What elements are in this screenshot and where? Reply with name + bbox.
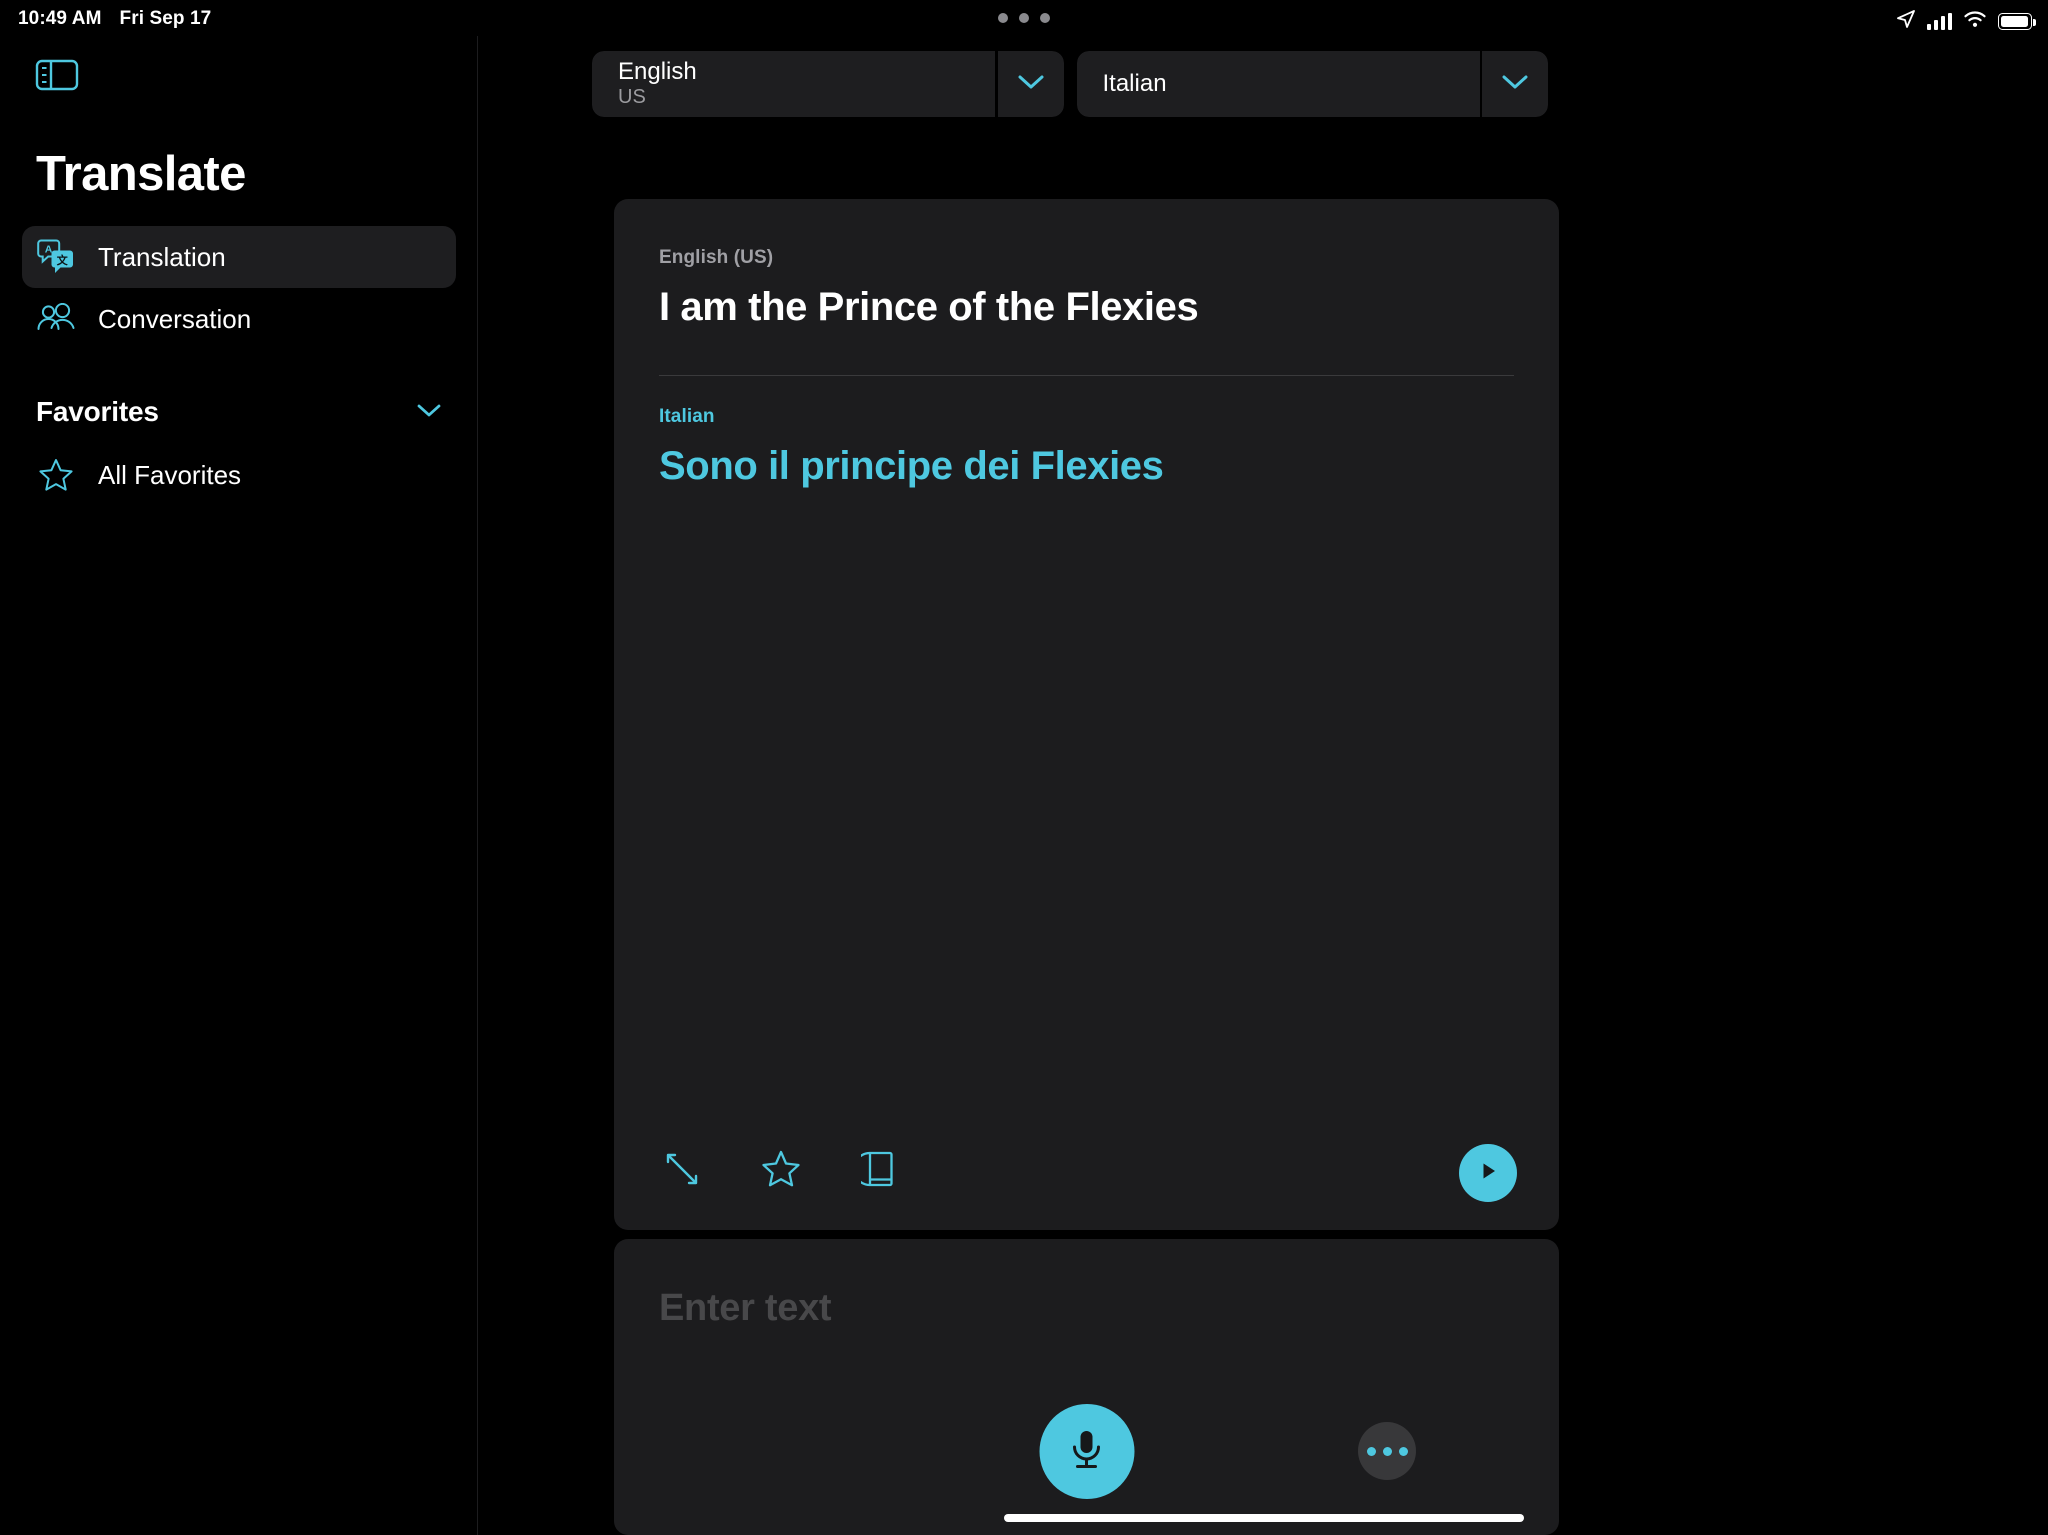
microphone-icon (1063, 1423, 1111, 1480)
chevron-down-icon (1501, 73, 1529, 96)
star-outline-icon (36, 455, 76, 495)
more-options-button[interactable] (1358, 1422, 1416, 1480)
source-language-selector[interactable]: English US (592, 51, 1064, 117)
expand-icon[interactable] (659, 1146, 705, 1192)
sidebar-toggle-icon[interactable] (34, 55, 80, 95)
source-language-button[interactable]: English US (592, 51, 995, 117)
target-text-label: Italian (659, 406, 715, 427)
favorites-section-header[interactable]: Favorites (36, 396, 442, 428)
multitasking-dots-icon[interactable] (998, 13, 1050, 23)
source-language-region: US (618, 85, 646, 108)
status-time: 10:49 AM (18, 8, 102, 29)
sidebar-item-label: All Favorites (98, 459, 242, 490)
favorites-title: Favorites (36, 396, 159, 427)
sidebar-nav: A 文 Translation Conversation Favorites A… (0, 226, 478, 504)
status-bar-left: 10:49 AM Fri Sep 17 (18, 8, 211, 30)
source-text[interactable]: I am the Prince of the Flexies (659, 283, 1514, 331)
target-language-dropdown[interactable] (1482, 51, 1548, 117)
play-icon (1475, 1158, 1501, 1189)
two-people-icon (36, 299, 76, 339)
play-audio-button[interactable] (1459, 1144, 1517, 1202)
location-arrow-icon (1896, 9, 1916, 34)
favorites-list: All Favorites (0, 446, 478, 504)
translated-text[interactable]: Sono il principe dei Flexies (659, 442, 1514, 490)
translation-card: English (US) I am the Prince of the Flex… (614, 199, 1559, 1230)
wifi-icon (1963, 10, 1987, 33)
star-icon[interactable] (758, 1146, 804, 1192)
text-input-placeholder[interactable]: Enter text (659, 1287, 832, 1330)
sidebar-item-label: Conversation (98, 303, 252, 334)
source-language-dropdown[interactable] (997, 51, 1064, 117)
target-language-button[interactable]: Italian (1076, 51, 1480, 117)
status-bar-right (1896, 9, 2036, 34)
cellular-bars-icon (1927, 13, 1952, 30)
translation-bubbles-icon: A 文 (36, 237, 76, 277)
app-title: Translate (36, 147, 246, 201)
card-divider (659, 375, 1514, 376)
chevron-down-icon (1017, 73, 1045, 96)
dictionary-book-icon[interactable] (857, 1146, 903, 1192)
translation-card-body: English (US) I am the Prince of the Flex… (659, 247, 1514, 490)
source-language-name: English (618, 58, 697, 86)
more-dots-icon (1366, 1446, 1376, 1456)
chevron-down-icon[interactable] (416, 402, 442, 423)
sidebar-item-label: Translation (98, 241, 226, 272)
text-input-card[interactable]: Enter text (614, 1239, 1559, 1535)
svg-text:文: 文 (57, 253, 69, 267)
battery-icon (1998, 13, 2036, 30)
target-language-name: Italian (1102, 69, 1167, 97)
main-content: English US Italian English (US) I am the… (479, 36, 2048, 1535)
sidebar-item-conversation[interactable]: Conversation (22, 288, 456, 350)
language-selector-row: English US Italian (592, 51, 1548, 117)
microphone-button[interactable] (1039, 1404, 1134, 1499)
sidebar-item-all-favorites[interactable]: All Favorites (22, 446, 456, 504)
card-toolbar (659, 1146, 903, 1192)
status-date: Fri Sep 17 (119, 8, 212, 29)
home-indicator[interactable] (1003, 1514, 1524, 1522)
sidebar: Translate A 文 Translation Conversation F… (0, 36, 478, 1535)
status-bar: 10:49 AM Fri Sep 17 (0, 0, 2048, 36)
target-language-selector[interactable]: Italian (1076, 51, 1548, 117)
ipad-translate-screen: 10:49 AM Fri Sep 17 Translate A 文 Transl… (0, 0, 2048, 1535)
sidebar-item-translation[interactable]: A 文 Translation (22, 226, 456, 288)
source-text-label: English (US) (659, 247, 774, 268)
